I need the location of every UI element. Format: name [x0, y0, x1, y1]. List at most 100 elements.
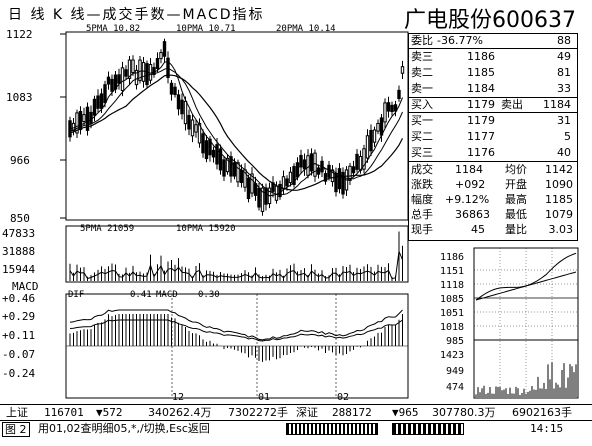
intraday-price-label: 1051 [440, 308, 464, 319]
vol5-legend: 5PMA 21059 [80, 224, 134, 234]
buy-row[interactable]: 买三 1176 40 [409, 146, 577, 160]
stat-value: 1185 [545, 193, 573, 206]
date-label: 01 [258, 392, 270, 403]
intraday-price-label: 1085 [440, 294, 464, 305]
date-label: 02 [337, 392, 349, 403]
sell-label: 卖二 [411, 66, 433, 79]
figure-label: 图 2 [2, 422, 30, 437]
volume-bars [69, 231, 403, 281]
intraday-volume-label: 949 [446, 366, 464, 377]
buy-label: 买三 [411, 146, 433, 159]
vol10-legend: 10PMA 15920 [176, 224, 236, 234]
buy-row[interactable]: 买一 1179 31 [409, 114, 577, 128]
stat-value: 1090 [545, 178, 573, 191]
market-status-bar: 上证 116701 ▼572 340262.4万 7302272手 深证 288… [0, 404, 592, 420]
sh-amount: 340262.4万 [148, 406, 212, 419]
ma10-legend: 10PMA 10.71 [176, 24, 236, 34]
intraday-price-label: 1151 [440, 266, 464, 277]
intraday-price-label: 1118 [440, 280, 464, 291]
stat-value: +9.12% [445, 193, 490, 206]
sz-change: ▼965 [392, 406, 419, 419]
sell-out-price: 1184 [543, 98, 571, 111]
stat-label: 量比 [505, 223, 527, 236]
price-axis-ticks [60, 33, 66, 219]
buy-price: 1179 [467, 114, 495, 127]
sh-index: 116701 [44, 406, 84, 419]
sell-row[interactable]: 卖一 1184 33 [409, 82, 577, 96]
wei-bi-value: -36.77% [437, 34, 483, 47]
stat-value: +092 [455, 178, 486, 191]
sh-change: ▼572 [96, 406, 123, 419]
sz-index: 288172 [332, 406, 372, 419]
buy-qty: 31 [557, 114, 571, 127]
title-bar: 日 线 K 线—成交手数—MACD指标 广电股份600637 [0, 0, 592, 33]
progress-bar [392, 423, 464, 435]
ma5-legend: 5PMA 10.82 [86, 24, 140, 34]
volume-axis-label: 15944 [2, 263, 35, 276]
kline-panel[interactable] [65, 31, 409, 221]
quote-panel: 委比 -36.77% 88 卖三 1186 49 卖二 1185 81 卖一 1… [408, 33, 578, 241]
sh-label: 上证 [6, 406, 28, 419]
intraday-average-line [475, 271, 577, 301]
buy-price: 1177 [467, 130, 495, 143]
stat-label: 总手 [411, 208, 433, 221]
sell-row[interactable]: 卖二 1185 81 [409, 66, 577, 80]
wei-bi-row: 委比 -36.77% 88 [409, 34, 577, 48]
progress-bar [286, 423, 378, 435]
chart-title: 日 线 K 线—成交手数—MACD指标 [8, 7, 265, 23]
macd-axis-label: +0.11 [2, 329, 35, 342]
candlesticks [68, 38, 405, 216]
buy-label: 买二 [411, 130, 433, 143]
sell-qty: 33 [557, 82, 571, 95]
dea-line [69, 319, 403, 342]
sell-price: 1186 [467, 50, 495, 63]
stat-label: 现手 [411, 223, 433, 236]
stats-row: 涨跌 +092 开盘 1090 [409, 178, 577, 192]
stat-label: 最高 [505, 193, 527, 206]
buy-price: 1176 [467, 146, 495, 159]
date-label: 12 [172, 392, 184, 403]
intraday-price-label: 1018 [440, 322, 464, 333]
intraday-price-label: 985 [446, 336, 464, 347]
buy-qty: 40 [557, 146, 571, 159]
buy-in-label: 买入 [411, 98, 433, 111]
trade-row[interactable]: 买入 1179 卖出 1184 [409, 98, 577, 112]
stat-value: 1142 [545, 163, 573, 176]
ma20-legend: 20PMA 10.14 [276, 24, 336, 34]
hint-text: 用01,02查明细05,*,/切换,Esc返回 [38, 422, 210, 435]
stat-label: 开盘 [505, 178, 527, 191]
sz-amount: 307780.3万 [432, 406, 496, 419]
macd-axis-label: -0.07 [2, 348, 35, 361]
stat-value: 36863 [455, 208, 490, 221]
stat-value: 45 [471, 223, 485, 236]
bottom-bar: 图 2 用01,02查明细05,*,/切换,Esc返回 14:15 [0, 420, 592, 437]
stat-label: 最低 [505, 208, 527, 221]
intraday-volume-label: 474 [446, 382, 464, 393]
stats-row: 幅度 +9.12% 最高 1185 [409, 193, 577, 207]
stats-row: 总手 36863 最低 1079 [409, 208, 577, 222]
stat-value: 3.03 [548, 223, 574, 236]
buy-in-price: 1179 [467, 98, 495, 111]
macd-axis-label: +0.46 [2, 292, 35, 305]
sh-volume: 7302272手 [228, 406, 288, 419]
stats-row: 成交 1184 均价 1142 [409, 163, 577, 177]
wei-bi-right: 88 [557, 34, 571, 47]
intraday-price-label: 1186 [440, 252, 464, 263]
sell-row[interactable]: 卖三 1186 49 [409, 50, 577, 64]
buy-row[interactable]: 买二 1177 5 [409, 130, 577, 144]
stat-label: 涨跌 [411, 178, 433, 191]
volume-axis-label: 47833 [2, 227, 35, 240]
macd-histogram [69, 314, 403, 362]
sell-label: 卖三 [411, 50, 433, 63]
stat-label: 均价 [505, 163, 527, 176]
sell-out-label: 卖出 [501, 98, 523, 111]
stat-value: 1079 [545, 208, 573, 221]
intraday-volume-label: 1423 [440, 350, 464, 361]
sell-price: 1184 [467, 82, 495, 95]
volume-ma-line [69, 249, 403, 280]
wei-bi-label: 委比 [411, 34, 433, 47]
stats-row: 现手 45 量比 3.03 [409, 223, 577, 237]
sell-qty: 81 [557, 66, 571, 79]
stat-label: 幅度 [411, 193, 433, 206]
stat-label: 成交 [411, 163, 433, 176]
